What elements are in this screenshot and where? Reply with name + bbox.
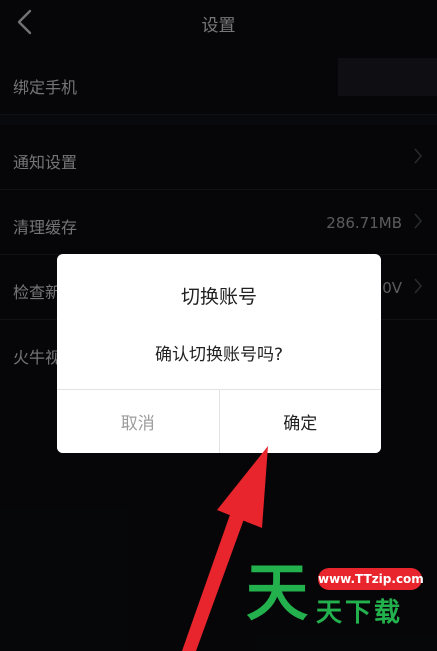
watermark-big-character: 天 [246,556,309,629]
cancel-button[interactable]: 取消 [57,390,220,453]
dialog-button-bar: 取消 确定 [57,389,381,453]
switch-account-dialog: 切换账号 确认切换账号吗? 取消 确定 [57,254,381,453]
watermark-logo: 天 www.TTzip.com 天下载 [246,560,426,640]
watermark-text: 天下载 [316,598,404,628]
dialog-message: 确认切换账号吗? [154,345,284,365]
watermark-url-badge: www.TTzip.com [318,568,424,590]
dialog-title: 切换账号 [180,286,257,308]
confirm-button[interactable]: 确定 [219,390,381,453]
